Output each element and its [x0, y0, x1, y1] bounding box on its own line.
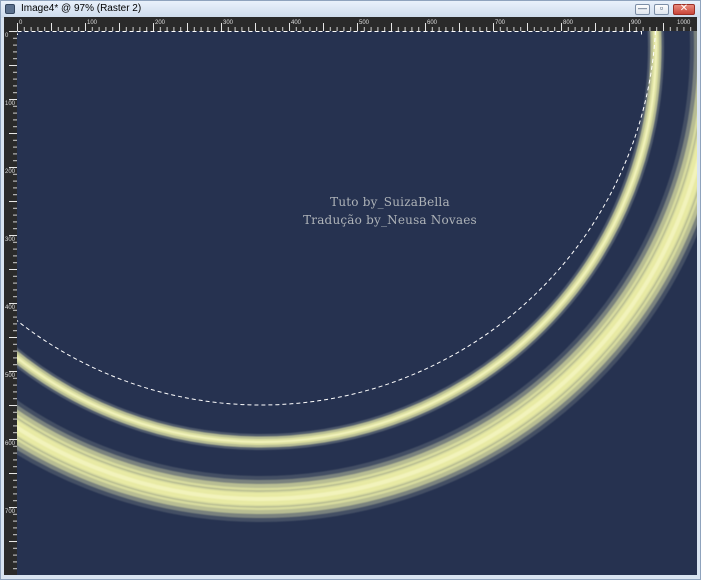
ruler-label: 100 — [87, 20, 98, 26]
ruler-label: 500 — [359, 20, 370, 26]
ruler-label: 400 — [291, 20, 302, 26]
ruler-corner — [4, 17, 17, 31]
horizontal-ruler-svg: 0 100 200 300 400 500 600 700 800 900 10… — [17, 17, 697, 31]
watermark-line-1: Tuto by_SuizaBella — [330, 195, 450, 209]
ruler-label: 200 — [5, 169, 16, 175]
title-bar[interactable]: Image4* @ 97% (Raster 2) — ▫ ✕ — [1, 1, 700, 18]
ruler-label: 600 — [5, 441, 16, 447]
vertical-ruler[interactable]: 0 100 200 300 400 500 600 700 — [4, 31, 17, 575]
horizontal-ruler[interactable]: 0 100 200 300 400 500 600 700 800 900 10… — [17, 17, 697, 31]
image-canvas[interactable]: Tuto by_SuizaBella Tradução by_Neusa Nov… — [17, 31, 697, 575]
close-icon: ✕ — [679, 3, 689, 14]
ruler-label: 200 — [155, 20, 166, 26]
ruler-label: 600 — [427, 20, 438, 26]
ruler-label: 700 — [495, 20, 506, 26]
canvas-svg: Tuto by_SuizaBella Tradução by_Neusa Nov… — [17, 31, 697, 575]
close-button[interactable]: ✕ — [673, 3, 695, 15]
ruler-label: 300 — [5, 237, 16, 243]
ruler-label: 500 — [5, 373, 16, 379]
ruler-label: 400 — [5, 305, 16, 311]
vertical-ruler-svg: 0 100 200 300 400 500 600 700 — [4, 31, 17, 575]
ruler-label: 900 — [631, 20, 642, 26]
minimize-icon: — — [638, 3, 647, 13]
maximize-button[interactable]: ▫ — [654, 3, 669, 15]
window-title: Image4* @ 97% (Raster 2) — [21, 3, 142, 14]
minimize-button[interactable]: — — [635, 3, 650, 15]
watermark-line-2: Tradução by_Neusa Novaes — [303, 213, 477, 227]
image-icon — [5, 4, 15, 14]
maximize-icon: ▫ — [659, 3, 664, 13]
ruler-label: 300 — [223, 20, 234, 26]
ruler-label: 100 — [5, 101, 16, 107]
ruler-label: 700 — [5, 509, 16, 515]
ruler-label: 800 — [563, 20, 574, 26]
ruler-label: 1000 — [677, 20, 691, 26]
